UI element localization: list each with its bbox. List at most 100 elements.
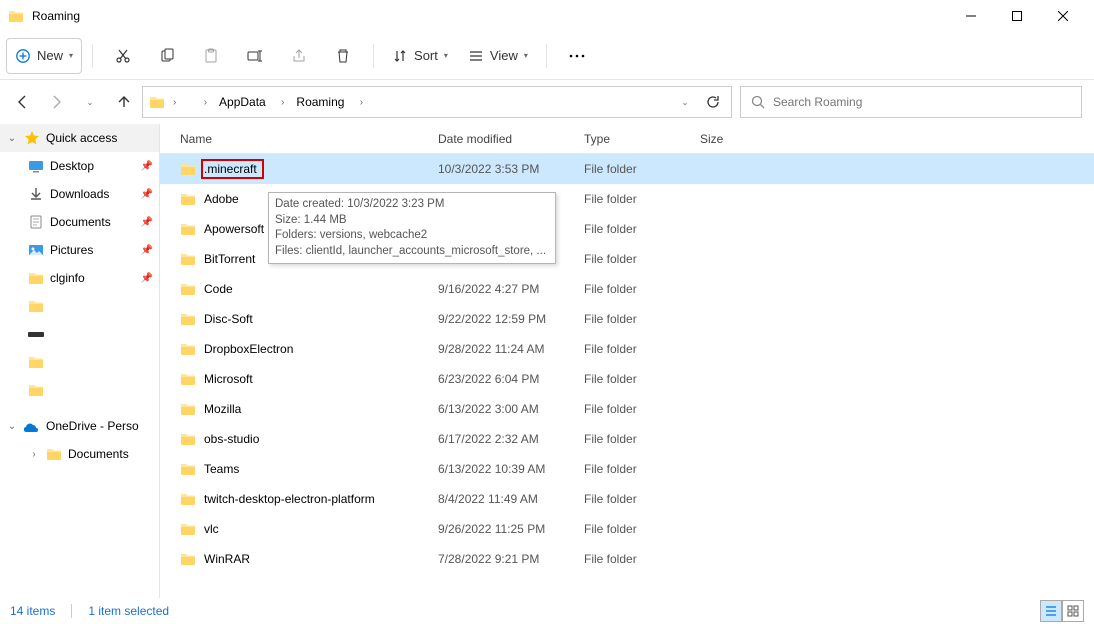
file-type: File folder (576, 252, 692, 266)
breadcrumb-item[interactable]: Roaming › (292, 95, 367, 109)
file-date: 9/26/2022 11:25 PM (430, 522, 576, 536)
file-name: vlc (204, 522, 219, 536)
recent-dropdown[interactable]: ⌄ (80, 92, 100, 112)
column-headers: Name Date modified Type Size (160, 124, 1094, 154)
search-icon (751, 95, 765, 109)
file-name: BitTorrent (204, 252, 255, 266)
file-type: File folder (576, 162, 692, 176)
sidebar-item[interactable] (0, 320, 159, 348)
cut-button[interactable] (103, 38, 143, 74)
folder-icon (180, 161, 196, 177)
file-row[interactable]: Mozilla 6/13/2022 3:00 AM File folder (160, 394, 1094, 424)
file-date: 10/3/2022 3:53 PM (430, 162, 576, 176)
onedrive-item[interactable]: ⌄ OneDrive - Perso (0, 412, 159, 440)
file-row[interactable]: DropboxElectron 9/28/2022 11:24 AM File … (160, 334, 1094, 364)
folder-icon (180, 491, 196, 507)
sidebar-item[interactable] (0, 348, 159, 376)
search-box[interactable] (740, 86, 1082, 118)
file-row[interactable]: twitch-desktop-electron-platform 8/4/202… (160, 484, 1094, 514)
file-name: Disc-Soft (204, 312, 253, 326)
folder-icon (180, 191, 196, 207)
navigation-row: ⌄ › › AppData › Roaming › ⌄ (0, 80, 1094, 124)
folder-icon (180, 551, 196, 567)
file-name: Adobe (204, 192, 239, 206)
status-bar: 14 items 1 item selected (0, 598, 1094, 624)
file-row[interactable]: .minecraft 10/3/2022 3:53 PM File folder (160, 154, 1094, 184)
sidebar-item[interactable]: › Documents (0, 440, 159, 468)
more-button[interactable] (557, 38, 597, 74)
file-row[interactable]: Microsoft 6/23/2022 6:04 PM File folder (160, 364, 1094, 394)
folder-icon (28, 354, 44, 370)
folder-icon (180, 521, 196, 537)
folder-icon (180, 341, 196, 357)
file-row[interactable]: Teams 6/13/2022 10:39 AM File folder (160, 454, 1094, 484)
file-row[interactable]: WinRAR 7/28/2022 9:21 PM File folder (160, 544, 1094, 574)
toolbar: New ▾ Sort ▾ (0, 32, 1094, 80)
column-header-date[interactable]: Date modified (430, 124, 576, 153)
chevron-right-icon: › (28, 449, 40, 460)
paste-button[interactable] (191, 38, 231, 74)
copy-button[interactable] (147, 38, 187, 74)
file-type: File folder (576, 432, 692, 446)
plus-icon (15, 48, 31, 64)
file-row[interactable]: obs-studio 6/17/2022 2:32 AM File folder (160, 424, 1094, 454)
view-button[interactable]: View ▾ (460, 38, 536, 74)
delete-icon (335, 48, 351, 64)
file-type: File folder (576, 372, 692, 386)
refresh-button[interactable] (701, 90, 725, 114)
quick-access-label: Quick access (46, 131, 117, 145)
forward-button[interactable] (46, 92, 66, 112)
sidebar-item[interactable]: Pictures 📌 (0, 236, 159, 264)
navigation-pane: ⌄ Quick access Desktop 📌 Downloads 📌 Doc… (0, 124, 160, 598)
file-date: 6/23/2022 6:04 PM (430, 372, 576, 386)
column-header-name[interactable]: Name (172, 124, 430, 153)
desktop-icon (28, 158, 44, 174)
back-button[interactable] (12, 92, 32, 112)
minimize-button[interactable] (948, 0, 994, 32)
file-date: 9/22/2022 12:59 PM (430, 312, 576, 326)
pin-icon: 📌 (141, 217, 153, 228)
close-button[interactable] (1040, 0, 1086, 32)
sidebar-item-label: Documents (68, 447, 129, 461)
share-button[interactable] (279, 38, 319, 74)
sidebar-item[interactable] (0, 292, 159, 320)
column-header-type[interactable]: Type (576, 124, 692, 153)
address-bar[interactable]: › › AppData › Roaming › ⌄ (142, 86, 732, 118)
breadcrumb-item[interactable]: AppData › (215, 95, 288, 109)
folder-icon (28, 270, 44, 286)
sidebar-item[interactable]: clginfo 📌 (0, 264, 159, 292)
up-button[interactable] (114, 92, 134, 112)
sort-button[interactable]: Sort ▾ (384, 38, 456, 74)
file-row[interactable]: vlc 9/26/2022 11:25 PM File folder (160, 514, 1094, 544)
pin-icon: 📌 (141, 245, 153, 256)
star-icon (24, 130, 40, 146)
file-type: File folder (576, 312, 692, 326)
search-input[interactable] (773, 95, 1071, 109)
file-row[interactable]: Disc-Soft 9/22/2022 12:59 PM File folder (160, 304, 1094, 334)
details-view-button[interactable] (1040, 600, 1062, 622)
file-date: 6/13/2022 10:39 AM (430, 462, 576, 476)
sidebar-item[interactable] (0, 376, 159, 404)
cut-icon (115, 48, 131, 64)
new-button[interactable]: New ▾ (6, 38, 82, 74)
maximize-button[interactable] (994, 0, 1040, 32)
file-type: File folder (576, 462, 692, 476)
sidebar-item[interactable]: Desktop 📌 (0, 152, 159, 180)
file-type: File folder (576, 552, 692, 566)
history-dropdown[interactable]: ⌄ (673, 90, 697, 114)
sidebar-item[interactable]: Downloads 📌 (0, 180, 159, 208)
file-row[interactable]: Code 9/16/2022 4:27 PM File folder (160, 274, 1094, 304)
breadcrumb-item[interactable]: › (169, 97, 180, 108)
sidebar-item-label: clginfo (50, 271, 85, 285)
file-name: Apowersoft (204, 222, 264, 236)
column-header-size[interactable]: Size (692, 124, 772, 153)
file-name: Microsoft (204, 372, 253, 386)
delete-button[interactable] (323, 38, 363, 74)
onedrive-label: OneDrive - Perso (46, 419, 139, 433)
sort-label: Sort (414, 48, 438, 63)
rename-button[interactable] (235, 38, 275, 74)
sidebar-item[interactable]: Documents 📌 (0, 208, 159, 236)
quick-access-header[interactable]: ⌄ Quick access (0, 124, 159, 152)
breadcrumb-item[interactable]: › (184, 95, 211, 109)
thumbnails-view-button[interactable] (1062, 600, 1084, 622)
